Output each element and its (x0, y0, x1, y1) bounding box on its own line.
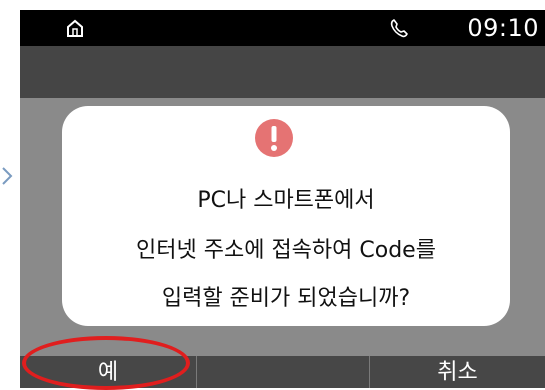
dialog-message-line: 인터넷 주소에 접속하여 Code를 (136, 238, 436, 263)
dialog-message-line: 입력할 준비가 되었습니까? (161, 286, 411, 311)
status-bar: 09:10 (20, 10, 545, 46)
dialog-message-line: PC나 스마트폰에서 (197, 188, 375, 213)
chevron-right-icon (2, 167, 13, 185)
phone-screen: 09:10 PC나 스마트폰에서 인터넷 주소에 접속하여 Code를 입력할 … (20, 10, 545, 388)
softkey-bar: 예 취소 (20, 356, 545, 388)
cancel-softkey[interactable]: 취소 (370, 356, 545, 388)
phone-icon (390, 19, 408, 38)
confirm-dialog: PC나 스마트폰에서 인터넷 주소에 접속하여 Code를 입력할 준비가 되었… (62, 106, 510, 326)
yes-softkey[interactable]: 예 (20, 356, 196, 388)
alert-icon (255, 119, 293, 157)
title-bar (20, 46, 545, 98)
middle-softkey[interactable] (197, 356, 369, 388)
status-time: 09:10 (467, 14, 539, 42)
home-icon (67, 19, 83, 37)
